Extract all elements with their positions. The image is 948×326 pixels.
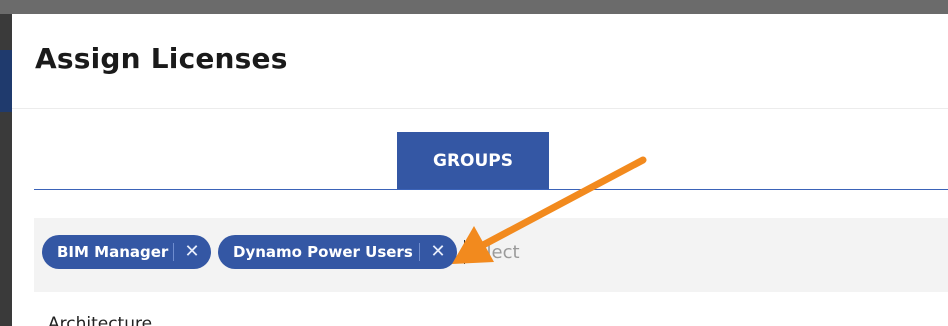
assign-licenses-modal: Assign Licenses GROUPS BIM Manager ✕ Dyn… xyxy=(12,14,948,326)
selected-group-chip: Dynamo Power Users ✕ xyxy=(218,235,457,269)
group-search-input[interactable] xyxy=(464,237,664,267)
backdrop-accent xyxy=(0,50,12,112)
selected-group-chip: BIM Manager ✕ xyxy=(42,235,211,269)
chip-label: Dynamo Power Users xyxy=(233,243,413,261)
tab-groups[interactable]: GROUPS xyxy=(397,132,549,189)
modal-header: Assign Licenses xyxy=(12,14,948,109)
modal-title: Assign Licenses xyxy=(35,42,288,75)
group-multiselect[interactable]: BIM Manager ✕ Dynamo Power Users ✕ xyxy=(34,218,948,292)
chip-label: BIM Manager xyxy=(57,243,169,261)
chip-divider xyxy=(419,243,420,261)
dropdown-option-partial[interactable]: Architecture xyxy=(48,314,152,326)
tab-bar: GROUPS xyxy=(34,132,948,190)
chip-divider xyxy=(173,243,174,261)
remove-chip-x-icon[interactable]: ✕ xyxy=(428,243,448,261)
remove-chip-x-icon[interactable]: ✕ xyxy=(182,243,202,261)
